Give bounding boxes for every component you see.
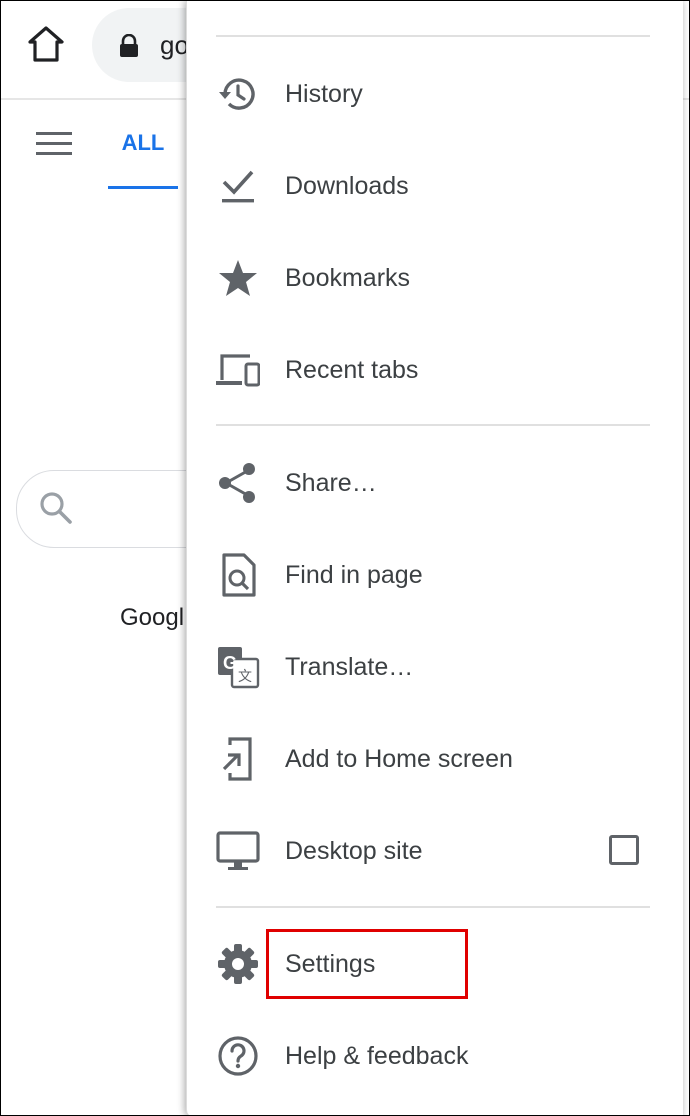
search-icon bbox=[40, 492, 72, 524]
desktop-icon bbox=[216, 831, 260, 870]
google-text: Googl bbox=[120, 604, 185, 631]
menu-item-label: Recent tabs bbox=[285, 356, 419, 384]
menu-item-label: Find in page bbox=[285, 561, 423, 589]
share-icon bbox=[219, 463, 255, 503]
menu-item-label: Translate… bbox=[285, 653, 414, 681]
menu-item-help-feedback[interactable]: Help & feedback bbox=[186, 1010, 682, 1102]
home-icon[interactable] bbox=[26, 24, 66, 64]
menu-item-history[interactable]: History bbox=[186, 48, 682, 140]
menu-item-downloads[interactable]: Downloads bbox=[186, 140, 682, 232]
menu-item-label: Downloads bbox=[285, 172, 409, 200]
download-icon bbox=[222, 170, 254, 203]
tab-active-indicator bbox=[108, 186, 178, 189]
menu-item-desktop-site[interactable]: Desktop site bbox=[186, 805, 682, 897]
settings-highlight-box bbox=[266, 929, 468, 999]
menu-item-label: Share… bbox=[285, 469, 377, 497]
help-icon bbox=[218, 1036, 258, 1076]
add-to-home-icon bbox=[222, 737, 252, 781]
lock-icon bbox=[120, 34, 138, 57]
menu-item-label: Bookmarks bbox=[285, 264, 411, 292]
menu-item-label: Add to Home screen bbox=[285, 745, 513, 773]
devices-icon bbox=[216, 354, 260, 387]
url-text[interactable]: go bbox=[160, 30, 189, 61]
menu-item-add-to-home-screen[interactable]: Add to Home screen bbox=[186, 713, 682, 805]
menu-item-recent-tabs[interactable]: Recent tabs bbox=[186, 324, 682, 416]
svg-text:G: G bbox=[223, 653, 237, 673]
menu-item-label: Desktop site bbox=[285, 837, 423, 865]
menu-item-label: Help & feedback bbox=[285, 1042, 469, 1070]
hamburger-menu-icon[interactable] bbox=[36, 130, 72, 158]
menu-item-bookmarks[interactable]: Bookmarks bbox=[186, 232, 682, 324]
gear-icon bbox=[218, 944, 258, 984]
menu-item-translate[interactable]: G 文 Translate… bbox=[186, 621, 682, 713]
translate-icon: G 文 bbox=[218, 647, 260, 689]
find-in-page-icon bbox=[222, 553, 256, 597]
star-icon bbox=[219, 260, 257, 296]
menu-item-find-in-page[interactable]: Find in page bbox=[186, 529, 682, 621]
history-icon bbox=[219, 78, 255, 110]
menu-divider bbox=[216, 424, 650, 426]
svg-text:文: 文 bbox=[238, 669, 252, 685]
menu-item-label: History bbox=[285, 80, 363, 108]
desktop-site-checkbox[interactable] bbox=[609, 835, 639, 865]
menu-divider bbox=[216, 906, 650, 908]
tab-all[interactable]: ALL bbox=[108, 130, 178, 160]
menu-divider bbox=[216, 35, 650, 37]
menu-item-share[interactable]: Share… bbox=[186, 437, 682, 529]
